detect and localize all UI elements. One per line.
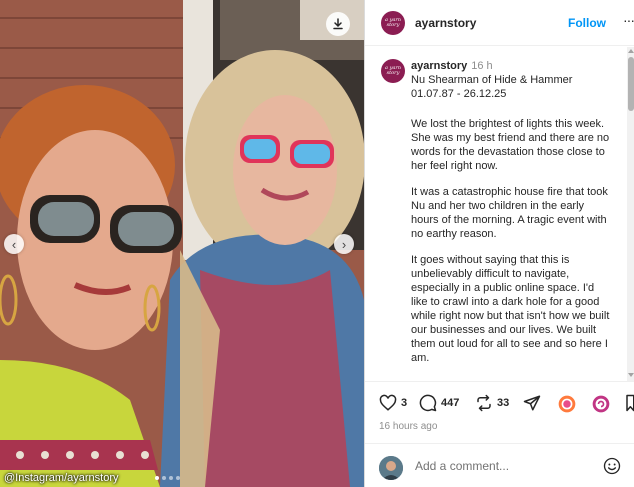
caption-line-1: Nu Shearman of Hide & Hammer [411, 74, 573, 86]
caption-paragraph: It was a catastrophic house fire that to… [411, 186, 608, 240]
post-detail-panel: a yarn story ayarnstory Follow ··· a yar… [364, 0, 634, 487]
caption-text: ayarnstory 16 h Nu Shearman of Hide & Ham… [411, 59, 611, 377]
carousel-dot [169, 476, 173, 480]
caption-username[interactable]: ayarnstory [411, 60, 467, 72]
download-icon [333, 18, 343, 30]
like-count: 3 [401, 397, 408, 409]
comment-button[interactable]: 447 [419, 394, 459, 412]
chevron-right-icon: › [341, 236, 347, 252]
repost-button[interactable]: 33 [475, 394, 509, 412]
bookmark-button[interactable] [625, 394, 634, 412]
share-button[interactable] [523, 394, 541, 412]
carousel-next-button[interactable]: › [334, 234, 354, 254]
post-timestamp: 16 hours ago [379, 421, 438, 432]
like-button[interactable]: 3 [379, 394, 407, 412]
gift-coin-icon [558, 395, 576, 413]
remix-button[interactable] [591, 394, 611, 414]
emoji-smiley-icon [603, 457, 621, 475]
action-bar: 3 447 33 16 hours ago [365, 381, 634, 441]
scroll-up-arrow-icon[interactable] [628, 49, 634, 53]
caption-paragraph: It goes without saying that this is unbe… [411, 254, 610, 364]
emoji-button[interactable] [603, 457, 621, 480]
send-icon [523, 395, 541, 411]
caption-avatar-wrap: a yarn story [381, 59, 405, 83]
carousel-indicator [155, 476, 180, 480]
post-header: a yarn story ayarnstory Follow ··· [365, 0, 634, 46]
user-avatar[interactable] [379, 456, 403, 480]
caption-avatar[interactable]: a yarn story [381, 59, 405, 83]
repost-count: 33 [497, 397, 510, 409]
header-username[interactable]: ayarnstory [415, 16, 476, 30]
follow-button[interactable]: Follow [568, 16, 606, 30]
carousel-dot [155, 476, 159, 480]
repost-icon [477, 394, 491, 412]
photo-image [0, 0, 364, 487]
caption-meta: ayarnstory 16 h [411, 59, 611, 73]
chevron-left-icon: ‹ [11, 236, 17, 252]
scrollbar-thumb[interactable] [628, 57, 634, 111]
remix-icon [592, 395, 610, 413]
download-button[interactable] [326, 12, 350, 36]
heart-icon [379, 394, 397, 411]
carousel-prev-button[interactable]: ‹ [4, 234, 24, 254]
caption-paragraph: We lost the brightest of lights this wee… [411, 118, 610, 172]
more-options-button[interactable]: ··· [623, 12, 634, 28]
caption-scrollbar[interactable] [627, 47, 634, 381]
post-photo: ‹ › @Instagram/ayarnstory [0, 0, 364, 487]
caption-area: a yarn story ayarnstory 16 h Nu Shearman … [365, 47, 627, 381]
comment-bar [365, 443, 634, 487]
carousel-dot [162, 476, 166, 480]
caption-line-2: 01.07.87 - 26.12.25 [411, 88, 507, 100]
comment-input[interactable] [415, 459, 595, 473]
avatar[interactable]: a yarn story [381, 10, 405, 35]
comment-count: 447 [441, 397, 460, 409]
avatar-logo-text: a yarn story [385, 16, 401, 28]
bookmark-icon [626, 394, 634, 412]
carousel-dot [176, 476, 180, 480]
user-avatar-image [379, 456, 403, 480]
comment-bubble-icon [419, 394, 437, 412]
caption-time: 16 h [471, 60, 493, 72]
gift-button[interactable] [557, 394, 577, 414]
scroll-down-arrow-icon[interactable] [628, 373, 634, 377]
avatar-logo-text: a yarn story [385, 65, 401, 76]
photo-credit: @Instagram/ayarnstory [4, 472, 119, 484]
